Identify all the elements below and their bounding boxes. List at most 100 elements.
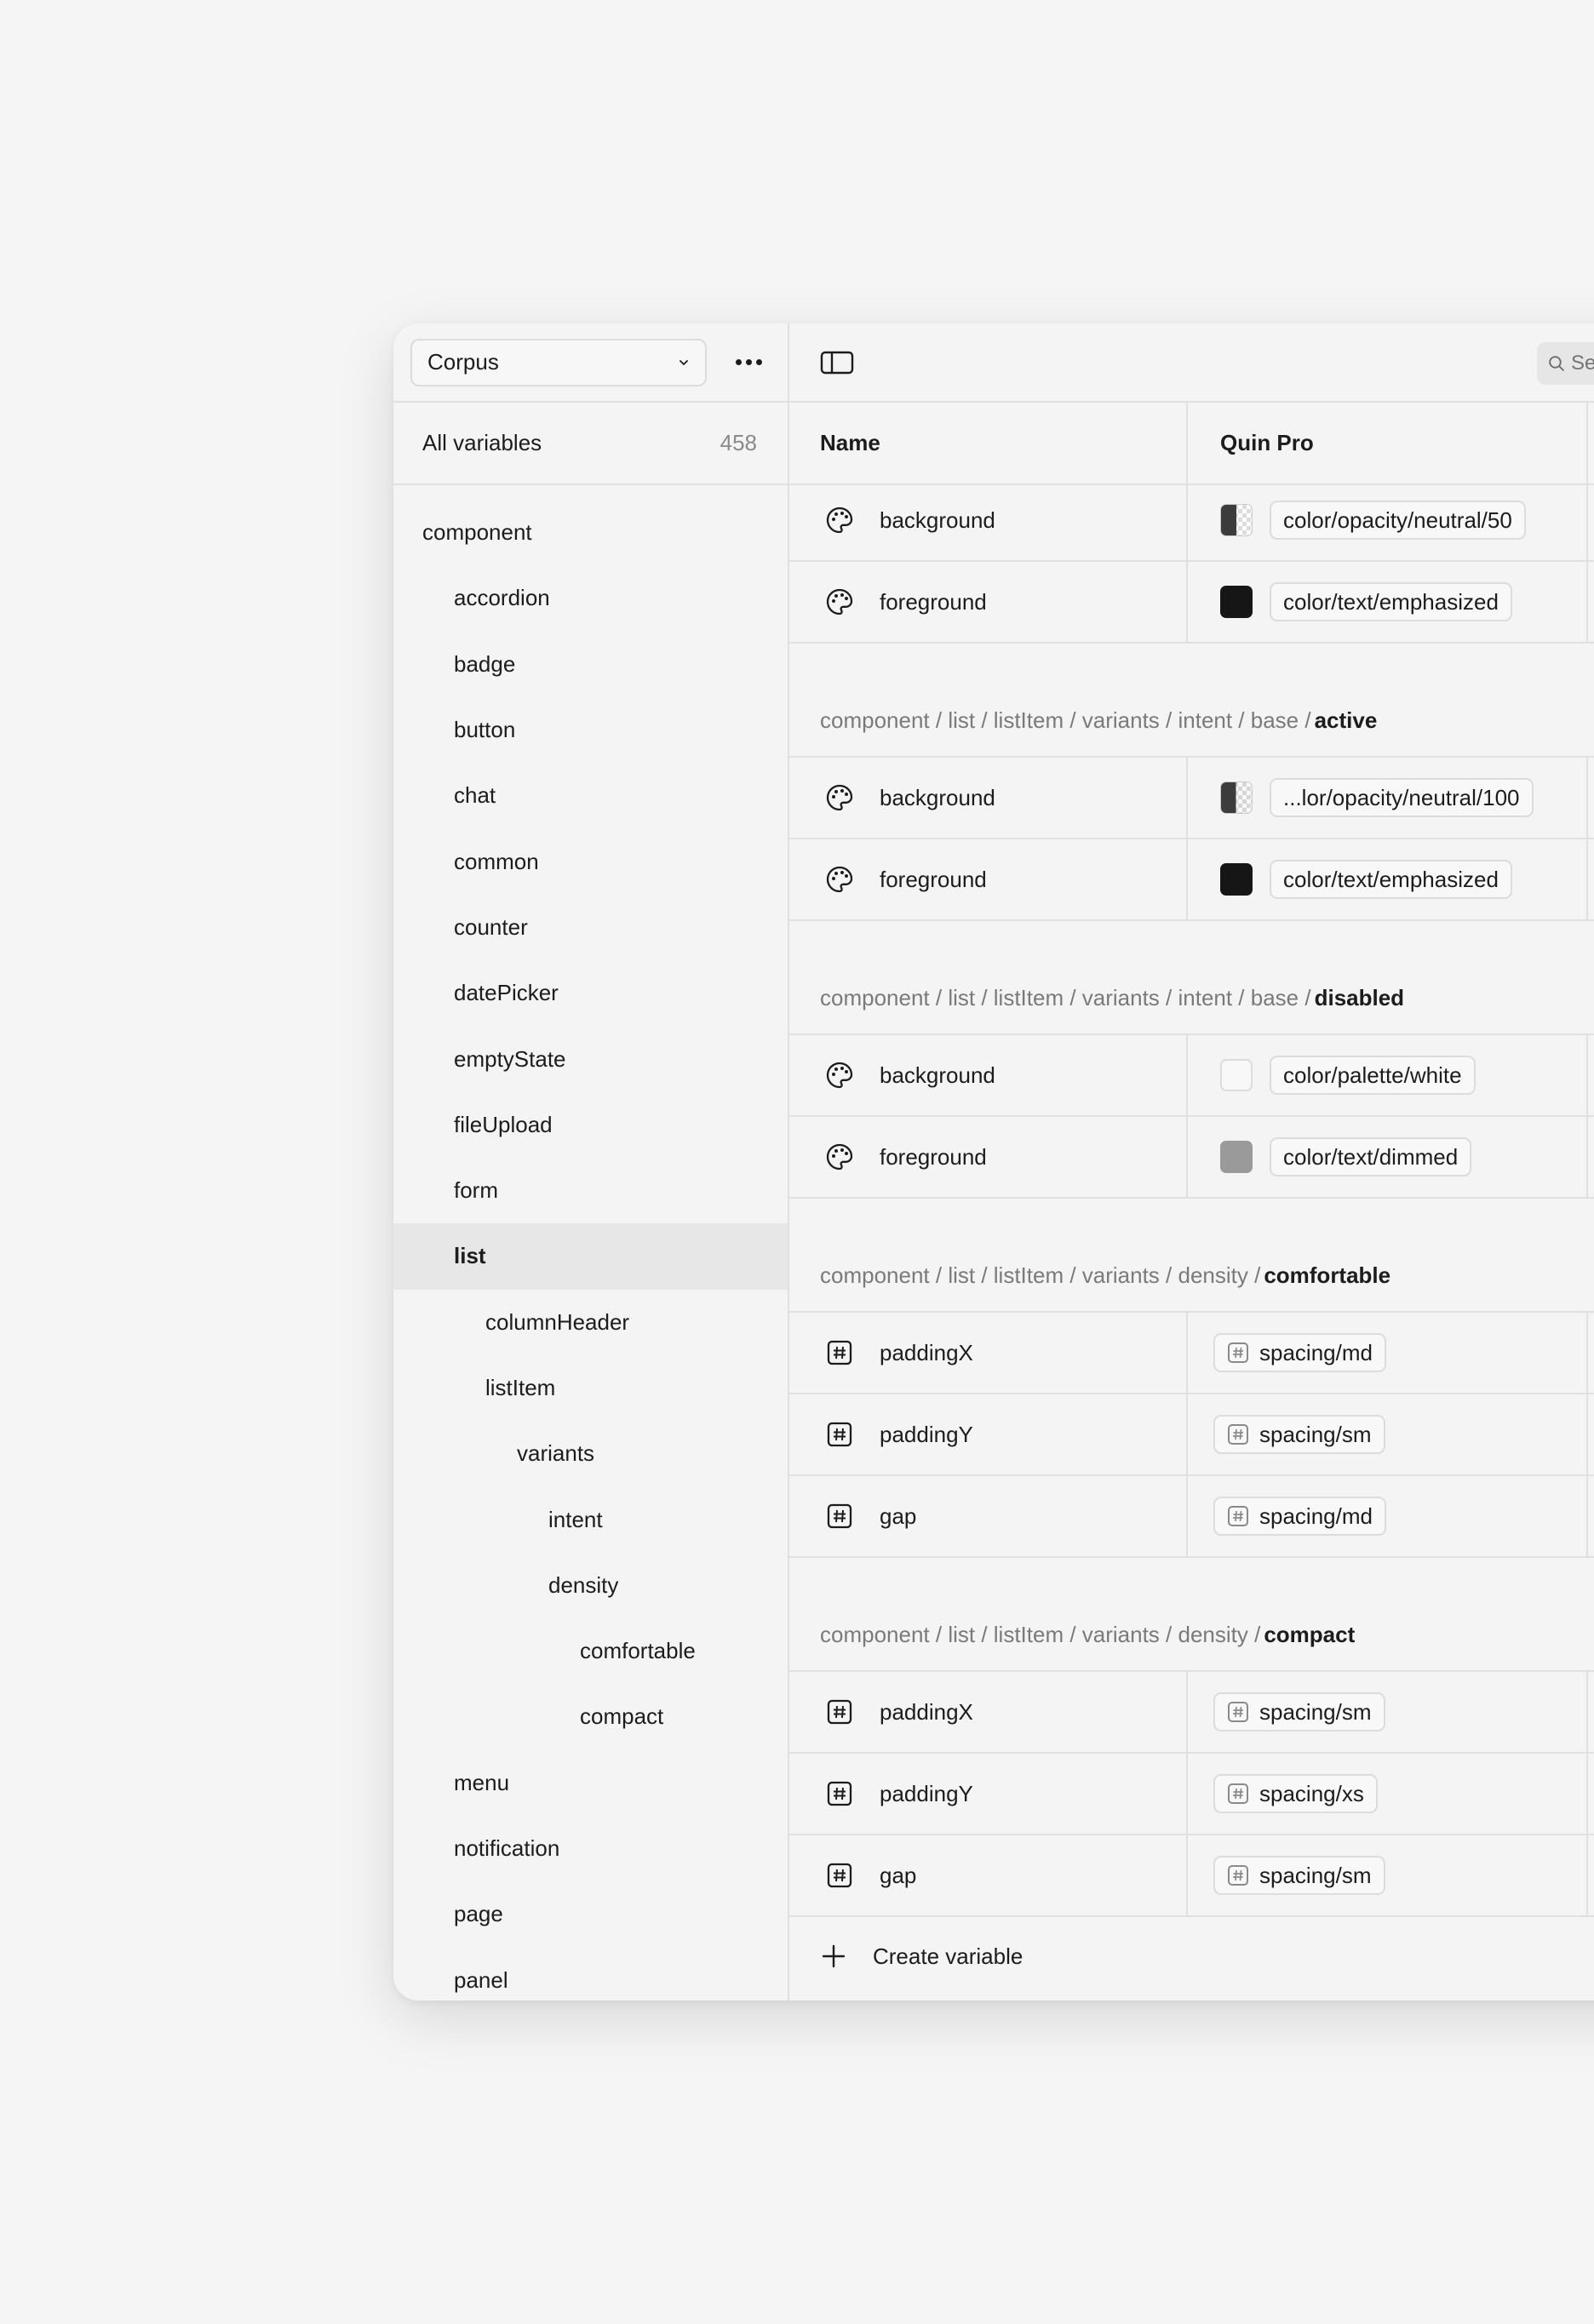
table-row[interactable]: paddingY spacing/xs — [789, 1754, 1594, 1835]
sidebar-item-panel[interactable]: panel — [393, 1948, 788, 2001]
variable-name-cell[interactable]: gap — [789, 1835, 1188, 1915]
alias-token[interactable]: color/text/emphasized — [1270, 582, 1512, 621]
variable-name-cell[interactable]: foreground — [789, 839, 1188, 919]
sidebar-item-common[interactable]: common — [393, 828, 788, 894]
alias-token[interactable]: spacing/sm — [1213, 1415, 1385, 1454]
variable-name-cell[interactable]: paddingY — [789, 1394, 1188, 1474]
variable-value-cell[interactable]: spacing/sm — [1188, 1394, 1588, 1474]
alias-token[interactable]: color/text/emphasized — [1270, 860, 1512, 899]
sidebar-item-component[interactable]: component — [393, 500, 788, 565]
table-row[interactable]: paddingY spacing/sm — [789, 1394, 1594, 1476]
variable-name-cell[interactable]: gap — [789, 1476, 1188, 1556]
sidebar-item-label: emptyState — [454, 1045, 566, 1072]
variable-name-cell[interactable]: background — [789, 758, 1188, 838]
table-row[interactable]: gap spacing/sm — [789, 1835, 1594, 1917]
column-header-mode[interactable]: Quin Pro — [1188, 403, 1588, 484]
sidebar-item-variants[interactable]: variants — [393, 1421, 788, 1486]
number-variable-icon — [827, 1699, 852, 1725]
number-variable-icon — [827, 1863, 852, 1888]
sidebar-item-density[interactable]: density — [393, 1553, 788, 1618]
sidebar-item-button[interactable]: button — [393, 697, 788, 763]
variable-value-cell[interactable]: color/text/emphasized — [1188, 839, 1588, 919]
variable-value-cell[interactable]: ...lor/opacity/neutral/100 — [1188, 758, 1588, 838]
column-header-name[interactable]: Name — [789, 403, 1188, 484]
variable-value-cell[interactable]: spacing/sm — [1188, 1672, 1588, 1752]
alias-token[interactable]: spacing/md — [1213, 1497, 1386, 1536]
collection-name: Corpus — [427, 349, 499, 375]
alias-token[interactable]: spacing/md — [1213, 1333, 1386, 1372]
variable-name-cell[interactable]: foreground — [789, 562, 1188, 642]
sidebar-item-badge[interactable]: badge — [393, 632, 788, 697]
alias-token[interactable]: color/opacity/neutral/50 — [1270, 501, 1526, 540]
sidebar-item-form[interactable]: form — [393, 1158, 788, 1223]
search-input[interactable] — [1571, 352, 1594, 375]
alias-token[interactable]: ...lor/opacity/neutral/100 — [1270, 778, 1534, 817]
table-row[interactable]: foreground color/text/emphasized — [789, 839, 1594, 921]
sidebar-header: Corpus — [393, 323, 788, 403]
group-leaf: disabled — [1314, 985, 1405, 1010]
sidebar-item-label: badge — [454, 650, 516, 677]
table-row[interactable]: foreground color/text/emphasized — [789, 562, 1594, 644]
variable-value-cell[interactable]: spacing/md — [1188, 1476, 1588, 1556]
sidebar-item-columnHeader[interactable]: columnHeader — [393, 1290, 788, 1355]
table-row[interactable]: foreground color/text/dimmed — [789, 1117, 1594, 1199]
sidebar-item-datePicker[interactable]: datePicker — [393, 960, 788, 1026]
variable-value-cell[interactable]: spacing/sm — [1188, 1835, 1588, 1915]
variable-name-cell[interactable]: background — [789, 1035, 1188, 1115]
sidebar-item-compact[interactable]: compact — [393, 1684, 788, 1749]
group-path-header: component / list / listItem / variants /… — [789, 1558, 1594, 1672]
sidebar-item-intent[interactable]: intent — [393, 1486, 788, 1552]
alias-token[interactable]: spacing/xs — [1213, 1774, 1378, 1813]
color-swatch — [1220, 781, 1253, 814]
table-row[interactable]: gap spacing/md — [789, 1476, 1594, 1558]
sidebar: Corpus All variables 458 component accord… — [393, 323, 789, 2001]
all-variables-item[interactable]: All variables 458 — [393, 403, 788, 485]
sidebar-item-notification[interactable]: notification — [393, 1816, 788, 1881]
sidebar-item-comfortable[interactable]: comfortable — [393, 1618, 788, 1684]
sidebar-item-listItem[interactable]: listItem — [393, 1355, 788, 1421]
variable-name-cell[interactable]: background — [789, 480, 1188, 560]
sidebar-item-label: columnHeader — [485, 1308, 630, 1335]
variable-name-cell[interactable]: foreground — [789, 1117, 1188, 1197]
number-alias-icon — [1228, 1506, 1248, 1526]
variable-value-cell[interactable]: color/text/dimmed — [1188, 1117, 1588, 1197]
variable-name-cell[interactable]: paddingY — [789, 1754, 1188, 1834]
table-row[interactable]: paddingX spacing/md — [789, 1313, 1594, 1394]
sidebar-item-list[interactable]: list — [393, 1223, 788, 1290]
search-box[interactable] — [1537, 342, 1594, 385]
group-leaf: active — [1314, 707, 1378, 733]
alias-token[interactable]: color/text/dimmed — [1270, 1137, 1472, 1176]
variable-value-cell[interactable]: color/text/emphasized — [1188, 562, 1588, 642]
alias-token[interactable]: spacing/sm — [1213, 1692, 1385, 1732]
table-row[interactable]: background color/palette/white — [789, 1035, 1594, 1117]
table-row[interactable]: paddingX spacing/sm — [789, 1672, 1594, 1754]
sidebar-item-menu[interactable]: menu — [393, 1750, 788, 1816]
variable-value-cell[interactable]: spacing/xs — [1188, 1754, 1588, 1834]
sidebar-item-fileUpload[interactable]: fileUpload — [393, 1092, 788, 1158]
sidebar-toggle-icon[interactable] — [820, 350, 854, 375]
variable-name: paddingY — [880, 1421, 973, 1447]
alias-token[interactable]: spacing/sm — [1213, 1856, 1385, 1895]
sidebar-item-chat[interactable]: chat — [393, 763, 788, 828]
variable-name-cell[interactable]: paddingX — [789, 1672, 1188, 1752]
sidebar-item-accordion[interactable]: accordion — [393, 565, 788, 631]
palette-icon — [826, 866, 853, 893]
alias-token[interactable]: color/palette/white — [1270, 1056, 1476, 1095]
variable-value-cell[interactable]: color/opacity/neutral/50 — [1188, 480, 1588, 560]
sidebar-item-label: counter — [454, 913, 528, 940]
table-row[interactable]: background ...lor/opacity/neutral/100 — [789, 758, 1594, 839]
alias-token-label: spacing/sm — [1259, 1421, 1372, 1447]
variable-name: gap — [880, 1862, 917, 1888]
collection-dropdown[interactable]: Corpus — [410, 338, 707, 386]
sidebar-item-emptyState[interactable]: emptyState — [393, 1026, 788, 1091]
sidebar-item-counter[interactable]: counter — [393, 895, 788, 960]
variable-value-cell[interactable]: spacing/md — [1188, 1313, 1588, 1393]
create-variable-label: Create variable — [873, 1943, 1023, 1969]
variable-name-cell[interactable]: paddingX — [789, 1313, 1188, 1393]
table-row[interactable]: background color/opacity/neutral/50 — [789, 480, 1594, 562]
create-variable-button[interactable]: Create variable — [789, 1917, 1594, 1995]
sidebar-item-page[interactable]: page — [393, 1881, 788, 1947]
variable-value-cell[interactable]: color/palette/white — [1188, 1035, 1588, 1115]
more-options-button[interactable] — [731, 346, 767, 380]
sidebar-item-label: button — [454, 717, 516, 743]
